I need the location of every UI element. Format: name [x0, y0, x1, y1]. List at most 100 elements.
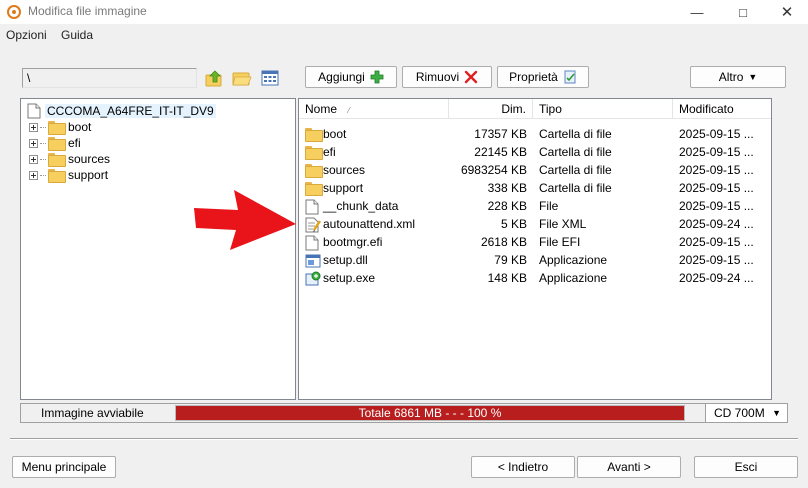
folder-icon	[48, 153, 66, 167]
table-row[interactable]: setup.exe 148 KB Applicazione 2025-09-24 ..…	[299, 269, 771, 287]
column-modified-header[interactable]: Modificato	[673, 99, 771, 119]
file-type: Applicazione	[539, 271, 608, 285]
table-row[interactable]: autounattend.xml 5 KB File XML 2025-09-24 .…	[299, 215, 771, 233]
file-modified: 2025-09-15 ...	[679, 253, 754, 267]
file-type: Cartella di file	[539, 163, 612, 177]
dll-icon	[305, 253, 321, 268]
add-button[interactable]: Aggiungi	[305, 66, 397, 88]
window-title: Modifica file immagine	[28, 4, 147, 18]
add-button-label: Aggiungi	[318, 70, 365, 84]
xml-file-icon	[305, 217, 321, 233]
tree-item-sources[interactable]: sources	[29, 151, 110, 167]
remove-button-label: Rimuovi	[415, 70, 460, 84]
file-type: Applicazione	[539, 253, 608, 267]
file-modified: 2025-09-24 ...	[679, 217, 754, 231]
expand-icon[interactable]	[29, 138, 38, 148]
tree-item-label: sources	[68, 152, 111, 166]
media-size-select[interactable]: CD 700M ▼	[705, 404, 787, 422]
file-modified: 2025-09-15 ...	[679, 127, 754, 141]
file-size: 2618 KB	[480, 235, 527, 249]
disc-image-icon	[27, 103, 41, 119]
exit-button[interactable]: Esci	[694, 456, 798, 478]
file-list[interactable]: Nome ⁄ Dim. Tipo Modificato boot 17357 KB…	[298, 98, 772, 400]
table-row[interactable]: sources 6983254 KB Cartella di file 2025-09…	[299, 161, 771, 179]
column-type-header[interactable]: Tipo	[533, 99, 673, 119]
table-row[interactable]: setup.dll 79 KB Applicazione 2025-09-15 ...	[299, 251, 771, 269]
close-button[interactable]: ✕	[764, 0, 808, 24]
column-size-header[interactable]: Dim.	[449, 99, 533, 119]
expand-icon[interactable]	[29, 170, 38, 180]
table-row[interactable]: boot 17357 KB Cartella di file 2025-09-15 .…	[299, 125, 771, 143]
dropdown-arrow-icon: ▼	[772, 408, 781, 418]
file-name: support	[323, 181, 364, 195]
file-type: File XML	[539, 217, 587, 231]
open-folder-icon[interactable]	[232, 68, 252, 88]
main-menu-button[interactable]: Menu principale	[12, 456, 116, 478]
folder-icon	[305, 163, 323, 178]
title-bar: Modifica file immagine — □ ✕	[0, 0, 808, 24]
file-modified: 2025-09-24 ...	[679, 271, 754, 285]
file-name: bootmgr.efi	[323, 235, 383, 249]
remove-button[interactable]: Rimuovi	[402, 66, 492, 88]
file-size: 338 KB	[487, 181, 527, 195]
file-modified: 2025-09-15 ...	[679, 163, 754, 177]
file-size: 6983254 KB	[460, 163, 527, 177]
tree-root[interactable]: CCCOMA_A64FRE_IT-IT_DV9	[27, 103, 216, 119]
file-name: efi	[323, 145, 336, 159]
expand-icon[interactable]	[29, 122, 38, 132]
maximize-button[interactable]: □	[720, 0, 766, 24]
file-icon	[305, 235, 321, 251]
menu-opzioni[interactable]: Opzioni	[6, 28, 47, 42]
file-size: 17357 KB	[474, 127, 527, 141]
minimize-button[interactable]: —	[674, 0, 720, 24]
tree-item-label: boot	[68, 120, 92, 134]
next-button[interactable]: Avanti >	[577, 456, 681, 478]
file-name: autounattend.xml	[323, 217, 416, 231]
media-size-value: CD 700M	[714, 406, 765, 420]
file-size: 79 KB	[494, 253, 527, 267]
file-type: File	[539, 199, 559, 213]
table-row[interactable]: __chunk_data 228 KB File 2025-09-15 ...	[299, 197, 771, 215]
file-name: setup.exe	[323, 271, 376, 285]
separator	[10, 438, 798, 440]
view-details-icon[interactable]	[260, 68, 280, 88]
expand-icon[interactable]	[29, 154, 38, 164]
bootable-image-label: Immagine avviabile	[41, 406, 144, 420]
size-progress-bar: Totale 6861 MB - - - 100 %	[175, 405, 685, 421]
table-row[interactable]: efi 22145 KB Cartella di file 2025-09-15 ..…	[299, 143, 771, 161]
menu-guida[interactable]: Guida	[61, 28, 93, 42]
up-folder-icon[interactable]	[205, 68, 225, 88]
file-type: Cartella di file	[539, 145, 612, 159]
file-size: 148 KB	[487, 271, 527, 285]
file-type: Cartella di file	[539, 181, 612, 195]
file-modified: 2025-09-15 ...	[679, 235, 754, 249]
file-modified: 2025-09-15 ...	[679, 181, 754, 195]
menu-bar: Opzioni Guida	[0, 26, 808, 44]
tree-item-label: efi	[68, 136, 81, 150]
file-size: 22145 KB	[474, 145, 527, 159]
file-size: 228 KB	[487, 199, 527, 213]
column-name-header[interactable]: Nome ⁄	[299, 99, 449, 119]
back-button[interactable]: < Indietro	[471, 456, 575, 478]
file-name: setup.dll	[323, 253, 368, 267]
folder-icon	[48, 137, 66, 151]
remove-x-icon	[464, 70, 478, 84]
tree-item-boot[interactable]: boot	[29, 119, 91, 135]
table-row[interactable]: bootmgr.efi 2618 KB File EFI 2025-09-15 ...	[299, 233, 771, 251]
path-field[interactable]: \	[22, 68, 197, 88]
folder-icon	[48, 169, 66, 183]
file-modified: 2025-09-15 ...	[679, 145, 754, 159]
file-name: __chunk_data	[323, 199, 399, 213]
file-type: File EFI	[539, 235, 581, 249]
table-row[interactable]: support 338 KB Cartella di file 2025-09-15 …	[299, 179, 771, 197]
tree-item-efi[interactable]: efi	[29, 135, 81, 151]
file-icon	[305, 199, 321, 215]
tree-root-label: CCCOMA_A64FRE_IT-IT_DV9	[45, 104, 216, 118]
properties-icon	[564, 70, 576, 84]
properties-button-label: Proprietà	[509, 70, 558, 84]
more-button[interactable]: Altro ▼	[690, 66, 786, 88]
folder-icon	[305, 145, 323, 160]
properties-button[interactable]: Proprietà	[497, 66, 589, 88]
file-modified: 2025-09-15 ...	[679, 199, 754, 213]
tree-item-support[interactable]: support	[29, 167, 108, 183]
